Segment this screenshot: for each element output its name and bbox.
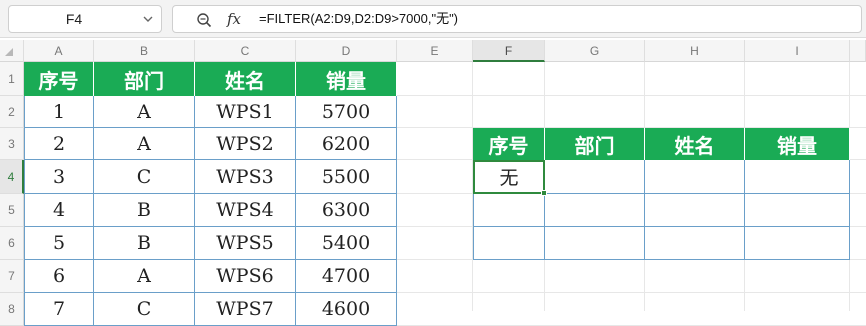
source-data-cell[interactable]: 4 xyxy=(24,194,94,227)
source-data-cell[interactable]: A xyxy=(94,128,195,160)
row-header-8[interactable]: 8 xyxy=(0,293,24,326)
result-header-cell[interactable]: 序号 xyxy=(473,128,545,160)
source-data-cell[interactable]: 3 xyxy=(24,160,94,194)
source-data-cell[interactable]: 4700 xyxy=(296,260,397,293)
source-data-cell[interactable]: WPS6 xyxy=(195,260,296,293)
result-header-cell[interactable]: 姓名 xyxy=(645,128,745,160)
formula-input[interactable]: fx =FILTER(A2:D9,D2:D9>7000,"无") xyxy=(172,5,862,33)
source-data-cell[interactable]: A xyxy=(94,260,195,293)
source-header-cell[interactable]: 销量 xyxy=(296,62,397,96)
name-box[interactable]: F4 xyxy=(8,5,162,33)
result-data-cell[interactable] xyxy=(545,160,645,194)
row-header-4[interactable]: 4 xyxy=(0,160,24,194)
source-data-cell[interactable]: B xyxy=(94,194,195,227)
result-data-cell[interactable] xyxy=(745,227,850,260)
source-data-cell[interactable]: 6300 xyxy=(296,194,397,227)
column-header-d[interactable]: D xyxy=(296,40,397,62)
column-header-e[interactable]: E xyxy=(397,40,473,62)
select-all-corner[interactable] xyxy=(0,40,24,62)
row-header-7[interactable]: 7 xyxy=(0,260,24,293)
row-header-5[interactable]: 5 xyxy=(0,194,24,227)
select-all-triangle-icon xyxy=(5,48,13,56)
source-data-cell[interactable]: 2 xyxy=(24,128,94,160)
result-data-cell[interactable] xyxy=(645,160,745,194)
result-data-cell[interactable] xyxy=(545,227,645,260)
column-header-f[interactable]: F xyxy=(473,40,545,62)
active-cell-selection[interactable] xyxy=(473,160,545,194)
source-header-cell[interactable]: 部门 xyxy=(94,62,195,96)
column-header-filler xyxy=(850,40,866,62)
column-header-c[interactable]: C xyxy=(195,40,296,62)
source-data-cell[interactable]: 1 xyxy=(24,96,94,128)
function-fx-icon[interactable]: fx xyxy=(227,8,247,30)
result-header-cell[interactable]: 销量 xyxy=(745,128,850,160)
row-header-2[interactable]: 2 xyxy=(0,96,24,128)
result-data-cell[interactable] xyxy=(545,194,645,227)
source-data-cell[interactable]: 6 xyxy=(24,260,94,293)
source-data-cell[interactable]: 5400 xyxy=(296,227,397,260)
result-header-cell[interactable]: 部门 xyxy=(545,128,645,160)
zoom-magnifier-icon[interactable] xyxy=(196,12,212,28)
source-data-cell[interactable]: WPS7 xyxy=(195,293,296,326)
source-data-cell[interactable]: C xyxy=(94,160,195,194)
fill-handle[interactable] xyxy=(541,190,547,196)
column-header-g[interactable]: G xyxy=(545,40,645,62)
column-header-b[interactable]: B xyxy=(94,40,195,62)
result-data-cell[interactable] xyxy=(745,194,850,227)
source-data-cell[interactable]: WPS1 xyxy=(195,96,296,128)
source-data-cell[interactable]: A xyxy=(94,96,195,128)
source-header-cell[interactable]: 序号 xyxy=(24,62,94,96)
source-data-cell[interactable]: 5700 xyxy=(296,96,397,128)
row-header-1[interactable]: 1 xyxy=(0,62,24,96)
row-header-6[interactable]: 6 xyxy=(0,227,24,260)
column-header-i[interactable]: I xyxy=(745,40,850,62)
result-data-cell[interactable] xyxy=(645,227,745,260)
source-data-cell[interactable]: WPS3 xyxy=(195,160,296,194)
source-data-cell[interactable]: 6200 xyxy=(296,128,397,160)
row-header-3[interactable]: 3 xyxy=(0,128,24,160)
source-data-cell[interactable]: B xyxy=(94,227,195,260)
source-header-cell[interactable]: 姓名 xyxy=(195,62,296,96)
result-data-cell[interactable] xyxy=(645,194,745,227)
formula-text: =FILTER(A2:D9,D2:D9>7000,"无") xyxy=(259,11,459,26)
source-data-cell[interactable]: 4600 xyxy=(296,293,397,326)
result-data-cell[interactable] xyxy=(473,194,545,227)
source-data-cell[interactable]: WPS2 xyxy=(195,128,296,160)
source-data-cell[interactable]: 7 xyxy=(24,293,94,326)
name-box-value: F4 xyxy=(65,11,83,27)
source-data-cell[interactable]: WPS5 xyxy=(195,227,296,260)
column-header-a[interactable]: A xyxy=(24,40,94,62)
chevron-down-icon[interactable] xyxy=(143,14,153,24)
source-data-cell[interactable]: 5500 xyxy=(296,160,397,194)
source-data-cell[interactable]: 5 xyxy=(24,227,94,260)
column-header-h[interactable]: H xyxy=(645,40,745,62)
result-data-cell[interactable] xyxy=(745,160,850,194)
source-data-cell[interactable]: C xyxy=(94,293,195,326)
result-data-cell[interactable] xyxy=(473,227,545,260)
source-data-cell[interactable]: WPS4 xyxy=(195,194,296,227)
